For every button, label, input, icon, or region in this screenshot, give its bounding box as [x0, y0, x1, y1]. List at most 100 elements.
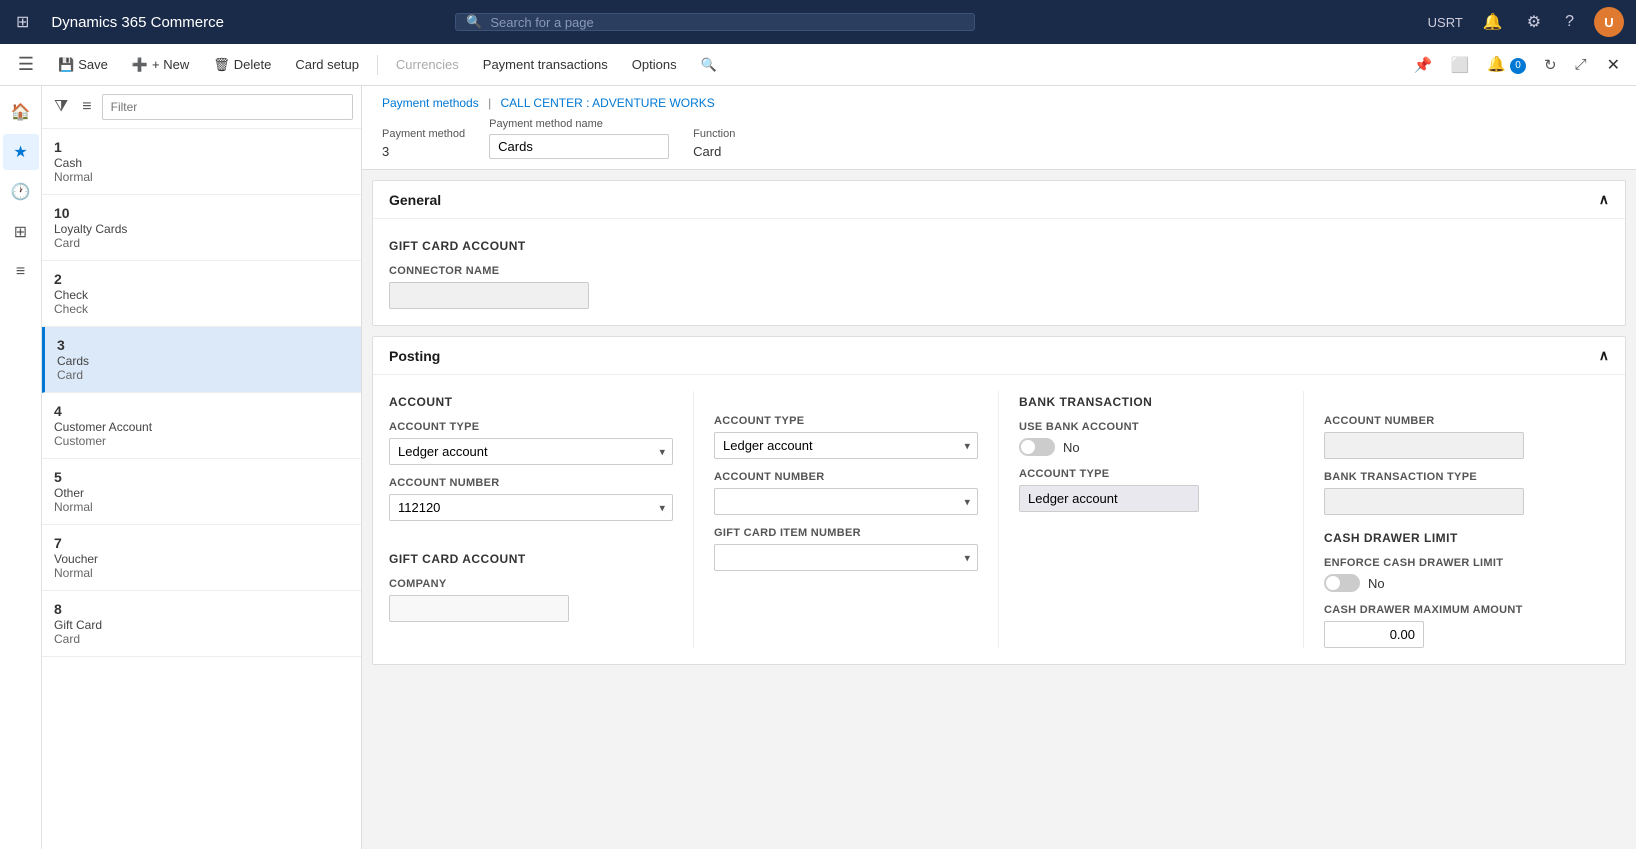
payment-method-label: Payment method — [382, 128, 465, 140]
max-amount-label: Cash drawer maximum amount — [1324, 604, 1609, 616]
app-name: Dynamics 365 Commerce — [51, 14, 224, 31]
account-number-2-label: Account number — [714, 471, 978, 483]
cash-drawer-column: Account number Bank transaction type CAS… — [1304, 391, 1609, 648]
account-type-2-select[interactable]: Ledger account Bank — [714, 432, 978, 459]
hamburger-menu[interactable]: ☰ — [8, 47, 44, 83]
enforce-toggle-wrap: No — [1324, 574, 1609, 592]
separator — [377, 55, 378, 75]
posting-section-header[interactable]: Posting ∧ — [373, 337, 1625, 375]
home-icon[interactable]: 🏠 — [3, 94, 39, 130]
company-field: Company — [389, 578, 673, 622]
pin-icon[interactable]: 📌 — [1408, 52, 1439, 78]
company-label: Company — [389, 578, 673, 590]
use-bank-account-value: No — [1063, 440, 1080, 455]
general-section-header[interactable]: General ∧ — [373, 181, 1625, 219]
account-number-2-field: Account number — [714, 471, 978, 515]
bank-transaction-column: BANK TRANSACTION Use bank account No Acc… — [999, 391, 1304, 648]
top-bar: ⊞ Dynamics 365 Commerce 🔍 USRT 🔔 ⚙ ? U — [0, 0, 1636, 44]
expand-icon[interactable]: ⤢ — [1569, 52, 1593, 77]
list-item[interactable]: 2 Check Check — [42, 261, 361, 327]
gift-card-item-select[interactable] — [714, 544, 978, 571]
payment-method-value: 3 — [382, 144, 465, 159]
close-button[interactable]: ✕ — [1599, 51, 1628, 79]
account-number-3-label: Account number — [1324, 415, 1609, 427]
gift-card-item-label: Gift card item number — [714, 527, 978, 539]
breadcrumb-section[interactable]: Payment methods — [382, 96, 479, 110]
bank-transaction-type-input[interactable] — [1324, 488, 1524, 515]
account-type-select-wrap: Ledger account Bank Customer Vendor — [389, 438, 673, 465]
payment-method-name-input[interactable] — [489, 134, 669, 159]
cash-drawer-limit-title: CASH DRAWER LIMIT — [1324, 531, 1609, 545]
gift-card-account-posting-title: GIFT CARD ACCOUNT — [389, 552, 673, 566]
account-type-select[interactable]: Ledger account Bank Customer Vendor — [389, 438, 673, 465]
help-icon[interactable]: ? — [1561, 9, 1578, 35]
filter-button[interactable]: ⧩ — [50, 94, 72, 120]
use-bank-account-toggle-wrap: No — [1019, 438, 1283, 456]
enforce-label: Enforce cash drawer limit — [1324, 557, 1609, 569]
grid-icon[interactable]: ⊞ — [3, 214, 39, 250]
account-title: ACCOUNT — [389, 395, 673, 409]
notification-icon[interactable]: 🔔 — [1479, 8, 1507, 36]
account-number-field: Account number 112120 — [389, 477, 673, 521]
notification-badge-btn[interactable]: 🔔 0 — [1481, 51, 1532, 77]
list-item[interactable]: 10 Loyalty Cards Card — [42, 195, 361, 261]
max-amount-field: Cash drawer maximum amount — [1324, 604, 1609, 648]
search-cmd-button[interactable]: 🔍 — [691, 52, 727, 78]
view-icon[interactable]: ⬜ — [1444, 52, 1475, 78]
delete-icon: 🗑 — [213, 57, 230, 73]
search-bar: 🔍 — [455, 13, 975, 31]
account-number-2-select[interactable] — [714, 488, 978, 515]
connector-name-input[interactable] — [389, 282, 589, 309]
company-input[interactable] — [389, 595, 569, 622]
list-item[interactable]: 5 Other Normal — [42, 459, 361, 525]
connector-name-label: Connector name — [389, 265, 609, 277]
card-setup-button[interactable]: Card setup — [285, 52, 369, 77]
connector-name-field: Connector name — [389, 265, 609, 309]
collapse-posting-icon: ∧ — [1599, 347, 1609, 364]
account-type-2-select-wrap: Ledger account Bank — [714, 432, 978, 459]
account-type-3-label: Account type — [1019, 468, 1283, 480]
search-input[interactable] — [490, 15, 964, 30]
settings-icon[interactable]: ⚙ — [1523, 8, 1545, 36]
enforce-toggle[interactable] — [1324, 574, 1360, 592]
list-item[interactable]: 8 Gift Card Card — [42, 591, 361, 657]
list-icon[interactable]: ≡ — [3, 254, 39, 290]
save-icon: 💾 — [58, 57, 74, 73]
grid-menu-icon[interactable]: ⊞ — [12, 8, 33, 36]
account-number-select[interactable]: 112120 — [389, 494, 673, 521]
options-button[interactable]: Options — [622, 52, 687, 77]
refresh-icon[interactable]: ↻ — [1538, 52, 1563, 78]
use-bank-account-toggle[interactable] — [1019, 438, 1055, 456]
user-label: USRT — [1428, 15, 1463, 30]
list-toolbar: ⧩ ≡ — [42, 86, 361, 129]
list-item[interactable]: 7 Voucher Normal — [42, 525, 361, 591]
delete-button[interactable]: 🗑 Delete — [203, 52, 281, 78]
list-filter-input[interactable] — [102, 94, 353, 120]
clock-icon[interactable]: 🕐 — [3, 174, 39, 210]
max-amount-input[interactable] — [1324, 621, 1424, 648]
avatar: U — [1594, 7, 1624, 37]
payment-method-name-field: Payment method name — [489, 118, 669, 159]
function-field: Function Card — [693, 128, 735, 159]
gift-card-item-select-wrap — [714, 544, 978, 571]
breadcrumb: Payment methods | CALL CENTER : ADVENTUR… — [382, 96, 1616, 110]
payment-method-field: Payment method 3 — [382, 128, 465, 159]
currencies-button[interactable]: Currencies — [386, 52, 469, 77]
enforce-cash-drawer-field: Enforce cash drawer limit No — [1324, 557, 1609, 592]
posting-section: Posting ∧ ACCOUNT Account type Ledger ac… — [372, 336, 1626, 665]
list-item[interactable]: 1 Cash Normal — [42, 129, 361, 195]
star-icon[interactable]: ★ — [3, 134, 39, 170]
new-button[interactable]: ➕ + New — [122, 52, 199, 78]
posting-section-body: ACCOUNT Account type Ledger account Bank… — [373, 375, 1625, 664]
list-item[interactable]: 4 Customer Account Customer — [42, 393, 361, 459]
general-section: General ∧ GIFT CARD ACCOUNT Connector na… — [372, 180, 1626, 326]
use-bank-account-label: Use bank account — [1019, 421, 1283, 433]
payment-transactions-button[interactable]: Payment transactions — [473, 52, 618, 77]
account-number-3-input[interactable] — [1324, 432, 1524, 459]
save-button[interactable]: 💾 Save — [48, 52, 118, 78]
list-view-button[interactable]: ≡ — [78, 94, 95, 120]
account-number-2-select-wrap — [714, 488, 978, 515]
list-item-selected[interactable]: 3 Cards Card — [42, 327, 361, 393]
list-panel: ⧩ ≡ 1 Cash Normal 10 Loyalty Cards Card … — [42, 86, 362, 849]
payment-method-name-label: Payment method name — [489, 118, 669, 130]
